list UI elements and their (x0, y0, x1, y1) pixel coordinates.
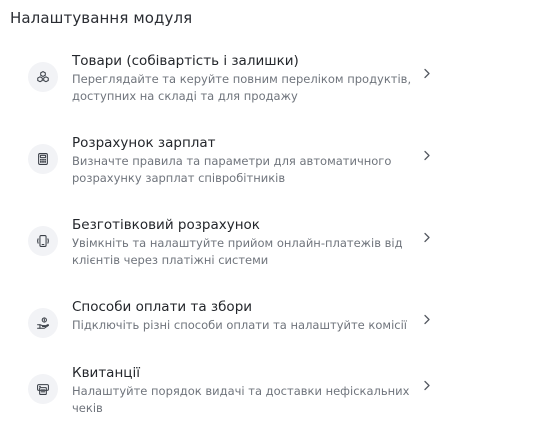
item-title: Квитанції (72, 365, 140, 381)
settings-item-payroll[interactable]: Розрахунок зарплат Визначте правила та п… (28, 134, 442, 192)
item-description: Визначте правила та параметри для автома… (72, 154, 392, 185)
settings-item-cashless[interactable]: Безготівковий розрахунок Увімкніть та на… (28, 216, 442, 274)
payroll-calculator-icon (28, 144, 58, 174)
item-description: Переглядайте та керуйте повним переліком… (72, 72, 412, 103)
chevron-right-icon (420, 66, 434, 80)
settings-item-payment-methods[interactable]: Способи оплати та збори Підключіть різні… (28, 298, 442, 356)
receipt-printer-icon (28, 374, 58, 404)
page-title: Налаштування модуля (10, 9, 193, 27)
settings-item-products[interactable]: Товари (собівартість і залишки) Перегляд… (28, 52, 442, 110)
item-description: Підключіть різні способи оплати та налаш… (72, 318, 407, 332)
item-title: Розрахунок зарплат (72, 135, 216, 151)
item-description: Налаштуйте порядок видачі та доставки не… (72, 384, 410, 415)
chevron-right-icon (420, 312, 434, 326)
item-description: Увімкніть та налаштуйте прийом онлайн-пл… (72, 236, 403, 267)
item-title: Товари (собівартість і залишки) (72, 53, 299, 69)
item-title: Способи оплати та збори (72, 299, 253, 315)
settings-item-receipts[interactable]: Квитанції Налаштуйте порядок видачі та д… (28, 364, 442, 422)
chevron-right-icon (420, 378, 434, 392)
chevron-right-icon (420, 148, 434, 162)
cashless-payment-icon (28, 226, 58, 256)
products-icon (28, 62, 58, 92)
item-title: Безготівковий розрахунок (72, 217, 260, 233)
payment-methods-icon (28, 308, 58, 338)
chevron-right-icon (420, 230, 434, 244)
